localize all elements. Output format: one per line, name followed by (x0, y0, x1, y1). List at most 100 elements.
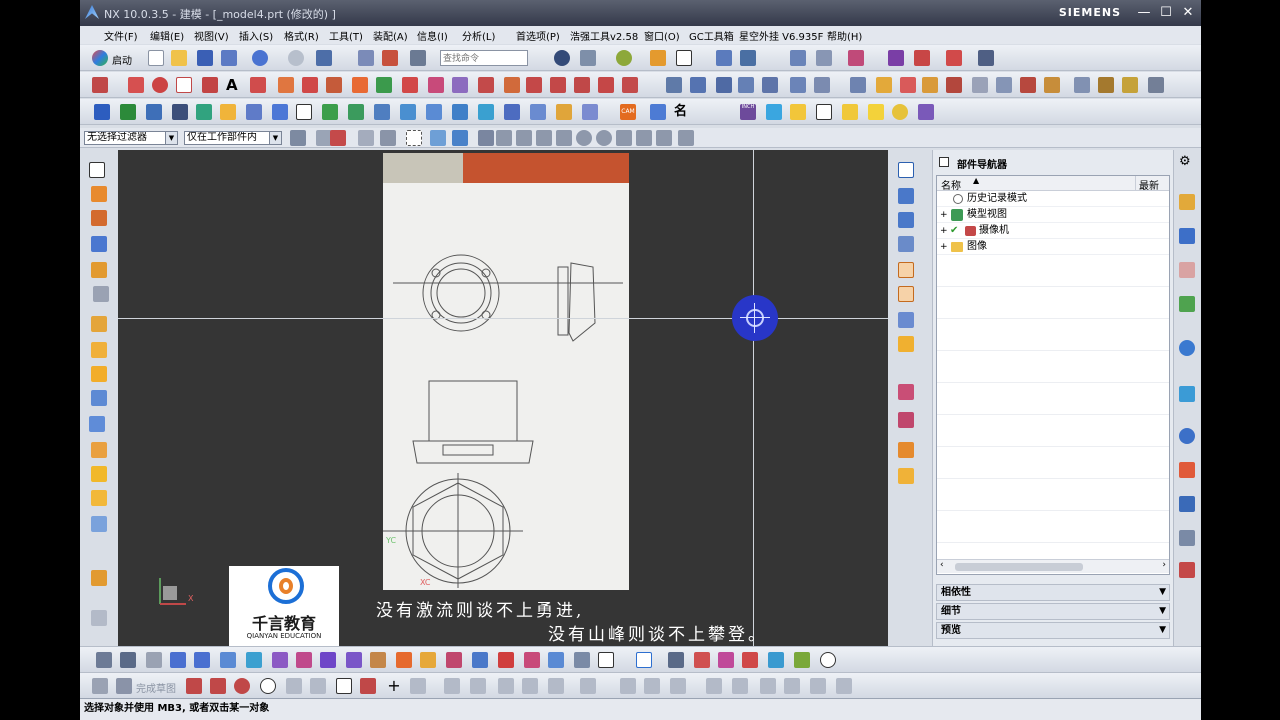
type-filter-select[interactable]: 无选择过滤器 ▼ (84, 131, 178, 145)
select-curve-icon[interactable] (380, 130, 396, 146)
web-browser-icon[interactable] (1179, 386, 1195, 402)
select-solid-icon[interactable] (452, 130, 468, 146)
make-parallel-icon[interactable] (426, 104, 442, 120)
pattern-component-icon[interactable] (296, 652, 312, 668)
menu-window[interactable]: 窗口(O) (644, 28, 680, 43)
explode-icon[interactable] (320, 652, 336, 668)
section-view-icon[interactable] (816, 50, 832, 66)
snap-control-icon[interactable] (536, 130, 552, 146)
face-analysis-icon[interactable] (898, 468, 914, 484)
section-curve-icon[interactable] (428, 77, 444, 93)
cross-icon[interactable] (574, 652, 590, 668)
chamfer-curve-icon[interactable] (622, 77, 638, 93)
feature-icon[interactable] (742, 652, 758, 668)
make-coaxial-icon[interactable] (348, 104, 364, 120)
arc-icon[interactable] (152, 77, 168, 93)
angular-dim-icon[interactable] (504, 104, 520, 120)
convert-ref-icon[interactable] (732, 678, 748, 694)
view-rotate-icon[interactable] (740, 50, 756, 66)
hidden-line-icon[interactable] (898, 412, 914, 428)
shell-side-icon[interactable] (91, 490, 107, 506)
checkbox-icon[interactable] (939, 157, 949, 167)
sew-icon[interactable] (1148, 77, 1164, 93)
history-icon[interactable] (1179, 428, 1195, 444)
expand-icon[interactable]: + (940, 223, 948, 239)
tree-item-model-views[interactable]: + 模型视图 (937, 207, 1169, 223)
offset-sketch-icon[interactable] (410, 678, 426, 694)
snap-quadrant-icon[interactable] (596, 130, 612, 146)
scope-filter-select[interactable]: 仅在工作部件内 ▼ (184, 131, 282, 145)
view-top-icon[interactable] (898, 188, 914, 204)
resize-blend-icon[interactable] (196, 104, 212, 120)
view-trimetric-icon[interactable] (898, 286, 914, 302)
xy-icon[interactable] (120, 652, 136, 668)
touch-mode-icon[interactable] (410, 50, 426, 66)
snap-bound-icon[interactable] (678, 130, 694, 146)
trim-body-icon[interactable] (1098, 77, 1114, 93)
chevron-down-icon[interactable]: ▼ (1159, 585, 1166, 600)
corner-sketch-icon[interactable] (498, 678, 514, 694)
shell-body-icon[interactable] (556, 104, 572, 120)
menu-preferences[interactable]: 首选项(P) (516, 28, 560, 43)
scroll-right-icon[interactable]: › (1162, 560, 1166, 570)
constraint-sketch-icon[interactable] (548, 678, 564, 694)
moon-icon[interactable] (892, 104, 908, 120)
select-mode-icon[interactable] (89, 162, 105, 178)
auto-dimension-icon[interactable] (784, 678, 800, 694)
menu-gc-toolbox[interactable]: GC工具箱 (689, 28, 734, 43)
menu-help[interactable]: 帮助(H) (827, 28, 862, 43)
render-icon[interactable] (616, 50, 632, 66)
name-icon[interactable]: 名 (674, 104, 690, 120)
mirror-feature-icon[interactable] (1074, 77, 1090, 93)
line-two-point-icon[interactable] (128, 77, 144, 93)
close-button[interactable]: ✕ (1179, 4, 1197, 21)
chevron-down-icon[interactable]: ▼ (1159, 604, 1166, 619)
save-as-icon[interactable] (221, 50, 237, 66)
system-materials-icon[interactable] (1179, 462, 1195, 478)
tool-icon[interactable] (918, 104, 934, 120)
replace-face-icon[interactable] (172, 104, 188, 120)
subtract-icon[interactable] (900, 77, 916, 93)
studio-icon[interactable] (898, 442, 914, 458)
cut-face-icon[interactable] (272, 104, 288, 120)
process-studio-icon[interactable] (1179, 496, 1195, 512)
minimize-button[interactable]: — (1135, 4, 1153, 21)
wave-icon[interactable] (370, 652, 386, 668)
extrude-icon[interactable] (666, 77, 682, 93)
make-tangent-icon[interactable] (374, 104, 390, 120)
offset-curve-icon[interactable] (250, 77, 266, 93)
pull-face-icon[interactable] (120, 104, 136, 120)
clearance-icon[interactable] (396, 652, 412, 668)
text-icon[interactable]: A (226, 77, 242, 93)
snap-icon[interactable] (554, 50, 570, 66)
dimension-sketch-icon[interactable] (580, 678, 596, 694)
curvature-icon[interactable] (914, 50, 930, 66)
snap-on-face-icon[interactable] (656, 130, 672, 146)
square-icon[interactable] (598, 652, 614, 668)
view-dir-icon[interactable] (716, 50, 732, 66)
link-icon[interactable] (220, 652, 236, 668)
maximize-button[interactable]: ☐ (1157, 4, 1175, 21)
block-icon[interactable] (814, 77, 830, 93)
datum-csys-icon[interactable] (91, 262, 107, 278)
new-file-icon[interactable] (148, 50, 164, 66)
finish-sketch-label[interactable]: 完成草图 (136, 680, 176, 695)
redo-icon[interactable] (288, 50, 304, 66)
col-name[interactable]: 名称 (941, 177, 961, 192)
open-folder-icon[interactable] (171, 50, 187, 66)
make-perpendicular-icon[interactable] (452, 104, 468, 120)
scroll-left-icon[interactable]: ‹ (940, 560, 944, 570)
revolve-icon[interactable] (690, 77, 706, 93)
copy-icon[interactable] (382, 50, 398, 66)
stretch-curve-icon[interactable] (574, 77, 590, 93)
rectangle-icon[interactable] (176, 77, 192, 93)
circle-icon[interactable] (820, 652, 836, 668)
sweep-icon[interactable] (716, 77, 732, 93)
edit-object-icon[interactable] (358, 50, 374, 66)
relations-icon[interactable] (836, 678, 852, 694)
sketch-rectangle-icon[interactable] (336, 678, 352, 694)
menu-format[interactable]: 格式(R) (284, 28, 319, 43)
snap-intersection-icon[interactable] (556, 130, 572, 146)
grid-icon[interactable] (694, 652, 710, 668)
menu-info[interactable]: 信息(I) (417, 28, 448, 43)
